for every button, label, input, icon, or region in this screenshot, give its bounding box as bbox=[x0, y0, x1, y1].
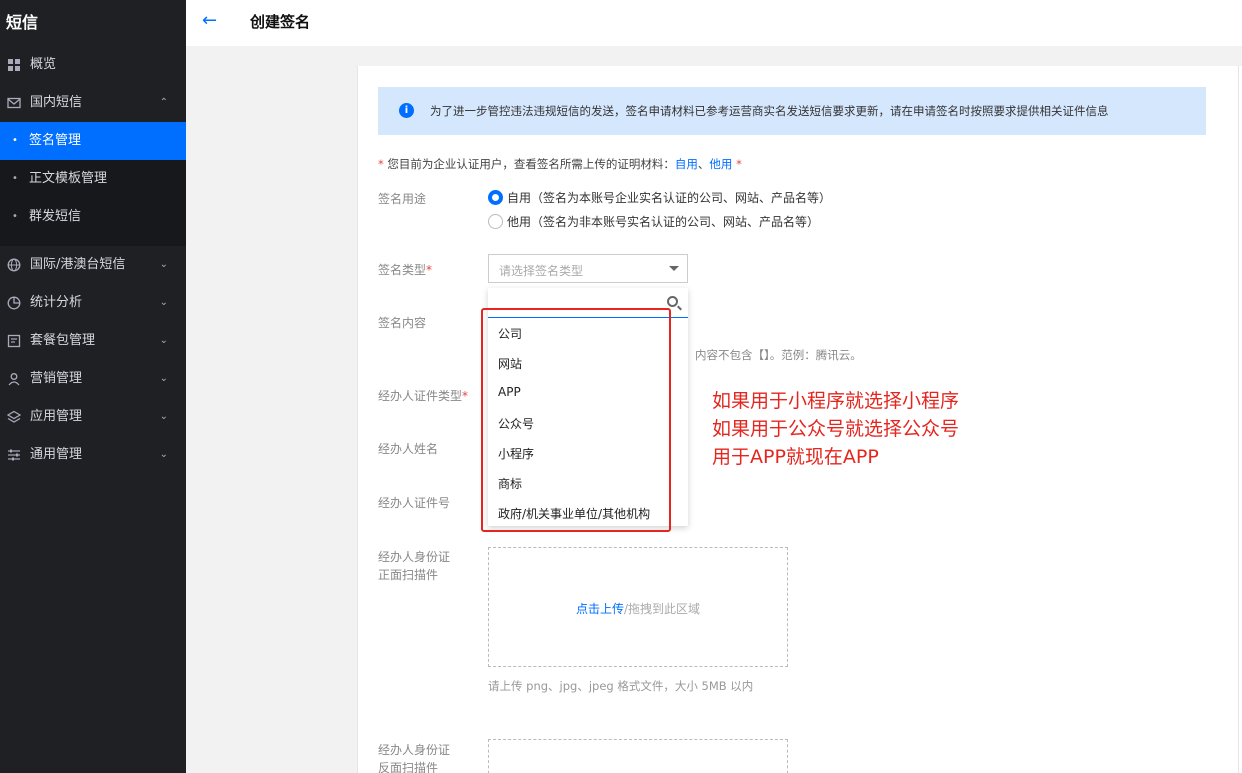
sidebar-submenu: • 签名管理 • 正文模板管理 • 群发短信 bbox=[0, 122, 186, 246]
radio-unchecked-icon bbox=[488, 214, 503, 229]
chevron-down-icon: ⌄ bbox=[159, 449, 168, 460]
option-app[interactable]: APP bbox=[498, 385, 521, 399]
upload-id-front[interactable]: 点击上传/拖拽到此区域 bbox=[488, 547, 788, 667]
upload-link[interactable]: 点击上传 bbox=[576, 602, 624, 616]
sidebar-item-statistics[interactable]: 统计分析 ⌄ bbox=[0, 284, 186, 322]
chevron-down-icon: ⌄ bbox=[159, 373, 168, 384]
caret-down-icon bbox=[669, 266, 679, 271]
sidebar-item-international-sms[interactable]: 国际/港澳台短信 ⌄ bbox=[0, 246, 186, 284]
sliders-icon bbox=[8, 449, 20, 461]
chevron-down-icon: ⌄ bbox=[159, 259, 168, 270]
sidebar: 短信 概览 国内短信 ⌃ • 签名管理 • 正文模板管理 • 群发短信 国际/港… bbox=[0, 0, 186, 773]
grid-icon bbox=[8, 59, 20, 71]
annotation-line-2: 如果用于公众号就选择公众号 bbox=[712, 418, 960, 440]
arrow-left-icon[interactable]: ← bbox=[202, 10, 217, 31]
chevron-down-icon: ⌄ bbox=[159, 297, 168, 308]
option-mini-program[interactable]: 小程序 bbox=[498, 445, 534, 462]
sidebar-item-label: 应用管理 bbox=[30, 409, 83, 424]
bullet-icon: • bbox=[12, 211, 18, 222]
id-type-label: 经办人证件类型* bbox=[378, 389, 469, 403]
sidebar-item-signature-management[interactable]: • 签名管理 bbox=[0, 122, 186, 160]
sidebar-item-app-management[interactable]: 应用管理 ⌄ bbox=[0, 398, 186, 436]
tip-text: 您目前为企业认证用户，查看签名所需上传的证明材料： bbox=[387, 157, 675, 171]
sidebar-item-label: 套餐包管理 bbox=[30, 333, 96, 348]
radio-self-use[interactable]: 自用（签名为本账号企业实名认证的公司、网站、产品名等） bbox=[488, 189, 831, 206]
id-front-label-2: 正面扫描件 bbox=[378, 568, 439, 582]
signature-type-select[interactable]: 请选择签名类型 bbox=[488, 254, 688, 283]
sidebar-item-label: 群发短信 bbox=[29, 209, 82, 224]
upload-id-back[interactable] bbox=[488, 739, 788, 773]
option-government[interactable]: 政府/机关事业单位/其他机构 bbox=[498, 505, 650, 522]
sidebar-item-marketing[interactable]: 营销管理 ⌄ bbox=[0, 360, 186, 398]
id-front-label-1: 经办人身份证 bbox=[378, 550, 451, 564]
sidebar-item-label: 统计分析 bbox=[30, 295, 83, 310]
notice-banner: i 为了进一步管控违法违规短信的发送，签名申请材料已参考运营商实名发送短信要求更… bbox=[378, 87, 1206, 135]
required-star: * bbox=[378, 157, 384, 171]
chevron-down-icon: ⌄ bbox=[159, 335, 168, 346]
radio-label: 他用（签名为非本账号实名认证的公司、网站、产品名等） bbox=[507, 215, 820, 229]
sidebar-item-label: 国内短信 bbox=[30, 95, 83, 110]
page-title: 创建签名 bbox=[250, 13, 311, 31]
type-label: 签名类型* bbox=[378, 263, 433, 277]
option-website[interactable]: 网站 bbox=[498, 355, 522, 372]
chevron-up-icon: ⌃ bbox=[159, 97, 168, 108]
sidebar-item-overview[interactable]: 概览 bbox=[0, 46, 186, 84]
id-back-label-2: 反面扫描件 bbox=[378, 761, 439, 773]
layers-icon bbox=[7, 410, 21, 423]
radio-checked-icon bbox=[488, 190, 503, 205]
option-company[interactable]: 公司 bbox=[498, 325, 522, 342]
sidebar-item-label: 概览 bbox=[30, 57, 57, 72]
package-icon bbox=[7, 334, 21, 348]
search-icon bbox=[667, 296, 678, 307]
sidebar-item-label: 国际/港澳台短信 bbox=[30, 257, 126, 272]
sidebar-brand: 短信 bbox=[6, 13, 39, 32]
id-back-label-1: 经办人身份证 bbox=[378, 743, 451, 757]
option-trademark[interactable]: 商标 bbox=[498, 475, 522, 492]
user-icon bbox=[8, 373, 20, 386]
sidebar-item-label: 正文模板管理 bbox=[29, 171, 108, 186]
upload-text: 点击上传/拖拽到此区域 bbox=[575, 602, 701, 616]
name-label: 经办人姓名 bbox=[378, 442, 439, 456]
sidebar-item-general-management[interactable]: 通用管理 ⌄ bbox=[0, 436, 186, 474]
sidebar-item-label: 通用管理 bbox=[30, 447, 83, 462]
pie-chart-icon bbox=[7, 296, 21, 310]
material-tip: * 您目前为企业认证用户，查看签名所需上传的证明材料：自用、他用 * bbox=[378, 156, 742, 172]
required-star: * bbox=[736, 157, 742, 171]
info-icon: i bbox=[399, 103, 414, 118]
link-other-use[interactable]: 他用 bbox=[709, 157, 732, 171]
bullet-icon: • bbox=[12, 173, 18, 184]
usage-label: 签名用途 bbox=[378, 192, 427, 206]
content-label: 签名内容 bbox=[378, 316, 427, 330]
signature-type-dropdown: 公司 网站 APP 公众号 小程序 商标 政府/机关事业单位/其他机构 bbox=[488, 288, 688, 526]
content-hint: 内容不包含【】。范例：腾讯云。 bbox=[695, 348, 862, 362]
tip-separator: 、 bbox=[697, 157, 710, 171]
radio-other-use[interactable]: 他用（签名为非本账号实名认证的公司、网站、产品名等） bbox=[488, 213, 819, 230]
mail-icon bbox=[7, 97, 21, 109]
sidebar-item-bulk-sms[interactable]: • 群发短信 bbox=[0, 198, 186, 236]
card-divider bbox=[1238, 66, 1239, 773]
dropdown-search-input[interactable] bbox=[488, 288, 688, 318]
notice-text: 为了进一步管控违法违规短信的发送，签名申请材料已参考运营商实名发送短信要求更新，… bbox=[430, 104, 1109, 118]
id-number-label: 经办人证件号 bbox=[378, 496, 451, 510]
upload-hint: 请上传 png、jpg、jpeg 格式文件，大小 5MB 以内 bbox=[488, 679, 754, 693]
select-placeholder: 请选择签名类型 bbox=[499, 264, 584, 278]
bullet-icon: • bbox=[12, 135, 18, 146]
sidebar-item-label: 签名管理 bbox=[29, 133, 82, 148]
sidebar-item-domestic-sms[interactable]: 国内短信 ⌃ bbox=[0, 84, 186, 122]
annotation-line-1: 如果用于小程序就选择小程序 bbox=[712, 390, 960, 412]
link-self-use[interactable]: 自用 bbox=[675, 157, 698, 171]
page-header: ← 创建签名 bbox=[186, 0, 1242, 46]
sidebar-item-label: 营销管理 bbox=[30, 371, 83, 386]
radio-label: 自用（签名为本账号企业实名认证的公司、网站、产品名等） bbox=[507, 191, 832, 205]
sidebar-item-template-management[interactable]: • 正文模板管理 bbox=[0, 160, 186, 198]
annotation-line-3: 用于APP就现在APP bbox=[712, 446, 879, 468]
globe-icon bbox=[7, 258, 21, 272]
sidebar-item-packages[interactable]: 套餐包管理 ⌄ bbox=[0, 322, 186, 360]
chevron-down-icon: ⌄ bbox=[159, 411, 168, 422]
option-official-account[interactable]: 公众号 bbox=[498, 415, 534, 432]
